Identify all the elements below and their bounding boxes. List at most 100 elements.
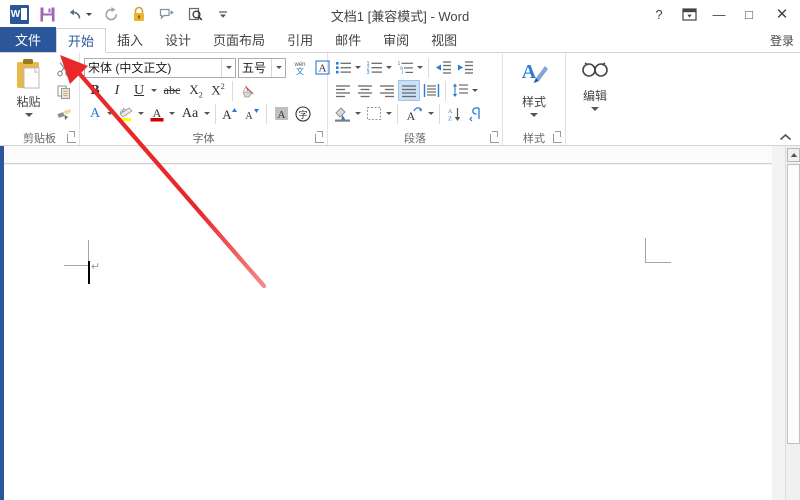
help-button[interactable]: ? (644, 0, 674, 28)
font-name-value: 宋体 (中文正文) (88, 61, 172, 75)
svg-text:A: A (318, 63, 326, 75)
font-size-combo[interactable]: 五号 (238, 57, 286, 78)
bullets-dropdown-caret (355, 66, 361, 69)
svg-text:A: A (447, 108, 452, 115)
ribbon-tab-strip: 文件 开始 插入 设计 页面布局 引用 邮件 审阅 视图 登录 (0, 27, 800, 53)
styles-dialog-launcher[interactable] (553, 131, 562, 143)
tab-file[interactable]: 文件 (0, 27, 56, 52)
font-name-combo[interactable]: 宋体 (中文正文) (84, 57, 236, 78)
svg-text:文: 文 (296, 66, 304, 76)
multilevel-list-button[interactable]: 1 a i (394, 57, 416, 78)
align-center-button[interactable] (354, 80, 376, 101)
subscript-button[interactable]: X2 (185, 80, 207, 101)
highlight-dropdown-caret (138, 112, 144, 115)
tab-insert[interactable]: 插入 (106, 27, 154, 52)
tab-references[interactable]: 引用 (276, 27, 324, 52)
bullets-button[interactable] (332, 57, 354, 78)
paste-dropdown-caret (24, 113, 33, 117)
tab-view[interactable]: 视图 (420, 27, 468, 52)
undo-icon[interactable] (62, 2, 96, 26)
ribbon-group-styles: A 样式 样式 (503, 53, 566, 145)
clipboard-group-label: 剪贴板 (23, 132, 56, 145)
tab-mailings[interactable]: 邮件 (324, 27, 372, 52)
styles-dropdown-caret (530, 113, 538, 117)
scroll-up-icon[interactable] (787, 148, 800, 162)
editing-button[interactable]: 编辑 (570, 56, 620, 111)
font-dialog-launcher[interactable] (315, 131, 324, 143)
svg-text:i: i (402, 70, 403, 75)
document-page[interactable]: ↵ (4, 165, 772, 500)
copy-button[interactable] (53, 82, 75, 103)
tab-home[interactable]: 开始 (56, 28, 107, 53)
tab-design[interactable]: 设计 (154, 27, 202, 52)
clear-formatting-button[interactable]: A (236, 80, 258, 101)
ribbon-group-font: 宋体 (中文正文) 五号 wén 文 A B I U abc X2 X2 A A… (80, 53, 330, 145)
numbering-button[interactable]: 1 2 3 (363, 57, 385, 78)
paragraph-mark: ↵ (91, 261, 101, 273)
cut-button[interactable] (53, 59, 75, 80)
font-size-dropdown-caret (271, 58, 285, 77)
vertical-scrollbar[interactable] (785, 146, 800, 500)
shading-button[interactable] (332, 103, 354, 124)
styles-button[interactable]: A 样式 (509, 56, 559, 117)
svg-text:A: A (222, 107, 232, 122)
lock-icon[interactable] (126, 2, 152, 26)
window-controls: ? — □ ✕ (644, 0, 800, 28)
distributed-button[interactable] (420, 80, 442, 101)
character-shading-button[interactable]: A (270, 103, 292, 124)
italic-button[interactable]: I (106, 80, 128, 101)
paste-button[interactable]: 粘贴 (4, 56, 53, 117)
print-preview-icon[interactable] (182, 2, 208, 26)
asian-layout-button[interactable]: A (401, 103, 427, 124)
phonetic-guide-button[interactable]: wén 文 (289, 57, 311, 78)
font-size-value: 五号 (242, 61, 267, 75)
justify-button[interactable] (398, 80, 420, 101)
maximize-button[interactable]: □ (734, 0, 764, 28)
ribbon-display-options-icon[interactable] (674, 0, 704, 28)
superscript-button[interactable]: X2 (207, 80, 229, 101)
sort-button[interactable]: A Z (443, 103, 465, 124)
svg-text:A: A (277, 109, 285, 121)
sign-in-link[interactable]: 登录 (770, 32, 800, 52)
asian-layout-dropdown-caret (428, 112, 434, 115)
title-bar: W 文档1 [兼容模式] - Word ? — □ ✕ (0, 0, 800, 28)
align-left-button[interactable] (332, 80, 354, 101)
format-painter-button[interactable] (53, 105, 75, 126)
paragraph-dialog-launcher[interactable] (490, 131, 499, 143)
text-effects-button[interactable]: A (84, 103, 106, 124)
borders-button[interactable] (363, 103, 385, 124)
change-case-dropdown-caret (204, 112, 210, 115)
line-spacing-button[interactable] (449, 80, 471, 101)
font-color-button[interactable]: A (146, 103, 168, 124)
start-inking-icon[interactable] (154, 2, 180, 26)
chevron-up-icon[interactable] (778, 131, 792, 143)
decrease-indent-button[interactable] (432, 57, 454, 78)
bold-button[interactable]: B (84, 80, 106, 101)
increase-indent-button[interactable] (454, 57, 476, 78)
undo-dropdown-caret (85, 12, 92, 16)
underline-button[interactable]: U (128, 80, 150, 101)
borders-dropdown-caret (386, 112, 392, 115)
tab-review[interactable]: 审阅 (372, 27, 420, 52)
customize-qat-icon[interactable] (210, 2, 236, 26)
show-formatting-marks-button[interactable] (465, 103, 487, 124)
svg-text:字: 字 (298, 109, 307, 120)
text-highlight-color-button[interactable]: ab (115, 103, 137, 124)
strikethrough-button[interactable]: abc (159, 80, 185, 101)
clipboard-dialog-launcher[interactable] (67, 131, 76, 143)
enclose-characters-button[interactable]: 字 (292, 103, 314, 124)
grow-font-button[interactable]: A (219, 103, 241, 124)
shrink-font-button[interactable]: A (241, 103, 263, 124)
text-cursor (88, 261, 90, 284)
change-case-button[interactable]: Aa (177, 103, 203, 124)
shading-dropdown-caret (355, 112, 361, 115)
tab-page-layout[interactable]: 页面布局 (202, 27, 276, 52)
minimize-button[interactable]: — (704, 0, 734, 28)
close-button[interactable]: ✕ (764, 0, 800, 28)
align-right-button[interactable] (376, 80, 398, 101)
underline-dropdown-caret (151, 89, 157, 92)
word-window: W 文档1 [兼容模式] - Word ? — □ ✕ 文件 开始 插入 设计 … (0, 0, 800, 500)
save-icon[interactable] (34, 2, 60, 26)
redo-icon[interactable] (98, 2, 124, 26)
scrollbar-thumb[interactable] (787, 164, 800, 444)
